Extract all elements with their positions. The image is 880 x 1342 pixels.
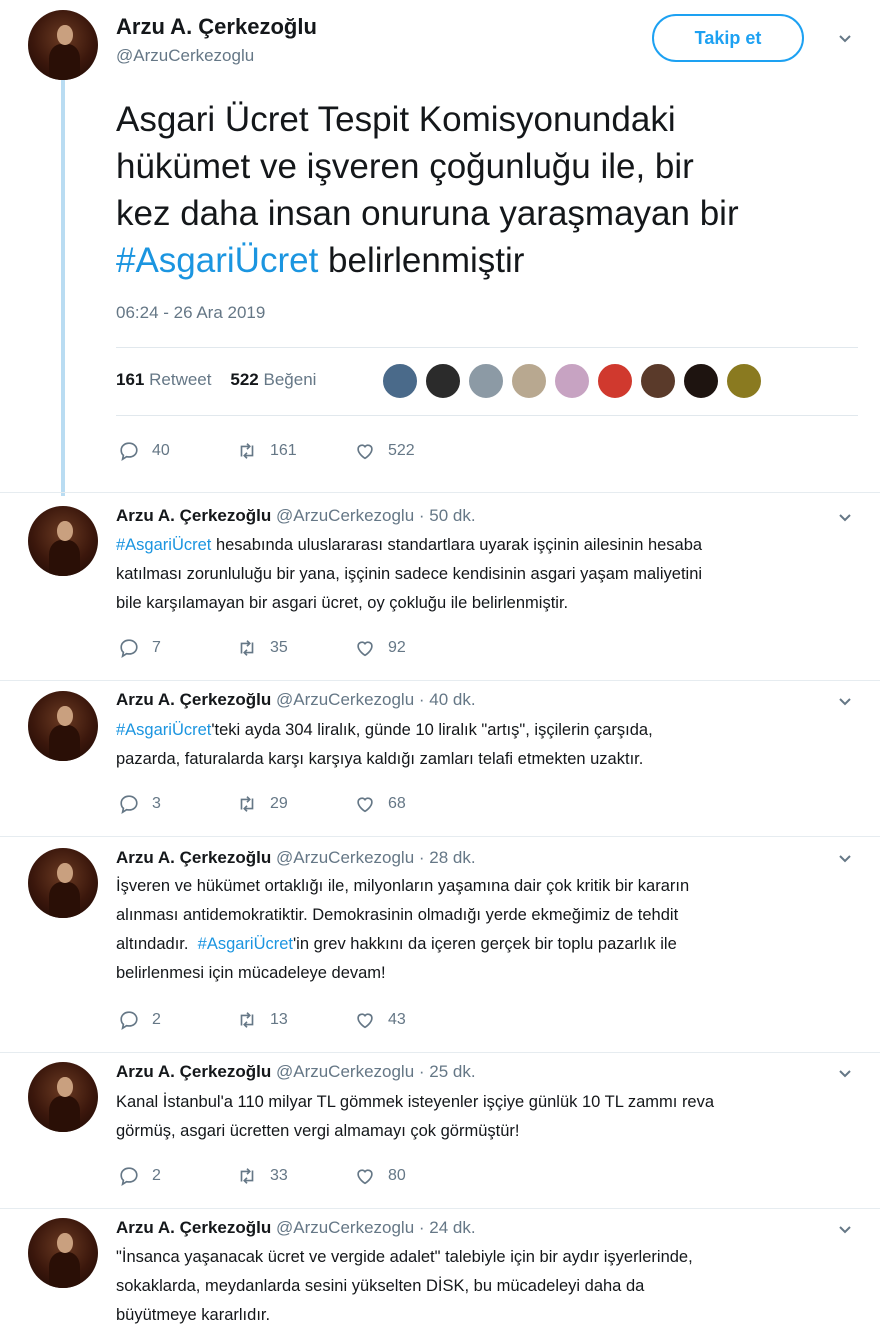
hashtag-link[interactable]: #AsgariÜcret — [116, 721, 211, 739]
reply-icon — [120, 1011, 138, 1030]
retweet-icon — [240, 443, 254, 459]
tweet-text: Asgari Ücret Tespit Komisyonundaki hüküm… — [116, 100, 739, 280]
reply-icon — [120, 442, 138, 461]
divider — [0, 836, 880, 837]
retweet-icon — [240, 640, 254, 656]
chevron-down-icon[interactable] — [838, 32, 852, 46]
liker-avatar[interactable] — [468, 363, 504, 399]
thread-connector — [61, 78, 65, 496]
like-button[interactable]: 522 — [354, 439, 415, 463]
tweet-text: "İnsanca yaşanacak ücret ve vergide adal… — [116, 1248, 693, 1324]
author-name[interactable]: Arzu A. Çerkezoğlu — [116, 14, 317, 40]
author-handle[interactable]: @ArzuCerkezoglu — [116, 46, 254, 66]
divider — [116, 347, 858, 348]
reply-icon — [120, 795, 138, 814]
like-button[interactable]: 80 — [354, 1164, 406, 1188]
hashtag-link[interactable]: #AsgariÜcret — [116, 536, 211, 554]
avatar[interactable] — [28, 1062, 98, 1132]
retweet-icon — [240, 796, 254, 812]
avatar[interactable] — [28, 848, 98, 918]
chevron-down-icon[interactable] — [838, 695, 852, 709]
avatar[interactable] — [28, 506, 98, 576]
chevron-down-icon[interactable] — [838, 511, 852, 525]
author-name[interactable]: Arzu A. Çerkezoğlu — [116, 848, 271, 867]
tweet-text: Kanal İstanbul'a 110 milyar TL gömmek is… — [116, 1093, 715, 1140]
author-name[interactable]: Arzu A. Çerkezoğlu — [116, 690, 271, 709]
reply-header: Arzu A. Çerkezoğlu @ArzuCerkezoglu · 40 … — [116, 690, 476, 710]
author-name[interactable]: Arzu A. Çerkezoğlu — [116, 1218, 271, 1237]
reply-header: Arzu A. Çerkezoğlu @ArzuCerkezoglu · 28 … — [116, 848, 476, 868]
tweet-text: #AsgariÜcret hesabında uluslararası stan… — [116, 536, 703, 612]
divider — [0, 492, 880, 493]
like-button[interactable]: 43 — [354, 1008, 406, 1032]
chevron-down-icon[interactable] — [838, 1067, 852, 1081]
retweet-button[interactable]: 35 — [236, 636, 288, 660]
chevron-down-icon[interactable] — [838, 852, 852, 866]
liker-avatar[interactable] — [597, 363, 633, 399]
avatar[interactable] — [28, 10, 98, 80]
reply-icon — [120, 639, 138, 658]
author-handle-time[interactable]: @ArzuCerkezoglu · 25 dk. — [276, 1062, 476, 1081]
liker-avatar[interactable] — [425, 363, 461, 399]
retweet-button[interactable]: 29 — [236, 792, 288, 816]
retweet-icon — [240, 1168, 254, 1184]
like-button[interactable]: 68 — [354, 792, 406, 816]
author-name[interactable]: Arzu A. Çerkezoğlu — [116, 1062, 271, 1081]
retweet-button[interactable]: 161 — [236, 439, 297, 463]
liker-avatar[interactable] — [726, 363, 762, 399]
author-handle-time[interactable]: @ArzuCerkezoglu · 40 dk. — [276, 690, 476, 709]
like-icon — [357, 444, 373, 460]
reply-header: Arzu A. Çerkezoğlu @ArzuCerkezoglu · 24 … — [116, 1218, 476, 1238]
like-icon — [357, 1169, 373, 1185]
reply-button[interactable]: 2 — [118, 1164, 161, 1188]
liker-avatar[interactable] — [382, 363, 418, 399]
liker-avatar[interactable] — [640, 363, 676, 399]
author-handle-time[interactable]: @ArzuCerkezoglu · 50 dk. — [276, 506, 476, 525]
reply-icon — [120, 1167, 138, 1186]
divider — [116, 415, 858, 416]
avatar[interactable] — [28, 691, 98, 761]
like-stat[interactable]: 522 Beğeni — [230, 370, 316, 389]
divider — [0, 1208, 880, 1209]
retweet-icon — [240, 1012, 254, 1028]
retweet-button[interactable]: 33 — [236, 1164, 288, 1188]
like-icon — [357, 641, 373, 657]
reply-button[interactable]: 2 — [118, 1008, 161, 1032]
chevron-down-icon[interactable] — [838, 1223, 852, 1237]
tweet-timestamp[interactable]: 06:24 - 26 Ara 2019 — [116, 303, 265, 323]
reply-header: Arzu A. Çerkezoğlu @ArzuCerkezoglu · 25 … — [116, 1062, 476, 1082]
hashtag-link[interactable]: #AsgariÜcret — [116, 241, 318, 280]
reply-button[interactable]: 3 — [118, 792, 161, 816]
author-name[interactable]: Arzu A. Çerkezoğlu — [116, 506, 271, 525]
like-icon — [357, 797, 373, 813]
tweet-text: #AsgariÜcret'teki ayda 304 liralık, günd… — [116, 721, 653, 768]
liker-avatar[interactable] — [511, 363, 547, 399]
reply-button[interactable]: 7 — [118, 636, 161, 660]
like-button[interactable]: 92 — [354, 636, 406, 660]
hashtag-link[interactable]: #AsgariÜcret — [198, 935, 293, 953]
follow-button[interactable]: Takip et — [652, 14, 804, 62]
divider — [0, 1052, 880, 1053]
reply-header: Arzu A. Çerkezoğlu @ArzuCerkezoglu · 50 … — [116, 506, 476, 526]
tweet-text: İşveren ve hükümet ortaklığı ile, milyon… — [116, 877, 690, 982]
liker-avatar[interactable] — [683, 363, 719, 399]
author-handle-time[interactable]: @ArzuCerkezoglu · 24 dk. — [276, 1218, 476, 1237]
engagement-stats: 161 Retweet 522 Beğeni — [116, 370, 316, 390]
retweet-stat[interactable]: 161 Retweet — [116, 370, 211, 389]
liker-avatar[interactable] — [554, 363, 590, 399]
author-handle-time[interactable]: @ArzuCerkezoglu · 28 dk. — [276, 848, 476, 867]
reply-button[interactable]: 40 — [118, 439, 170, 463]
divider — [0, 680, 880, 681]
avatar[interactable] — [28, 1218, 98, 1288]
like-icon — [357, 1013, 373, 1029]
retweet-button[interactable]: 13 — [236, 1008, 288, 1032]
